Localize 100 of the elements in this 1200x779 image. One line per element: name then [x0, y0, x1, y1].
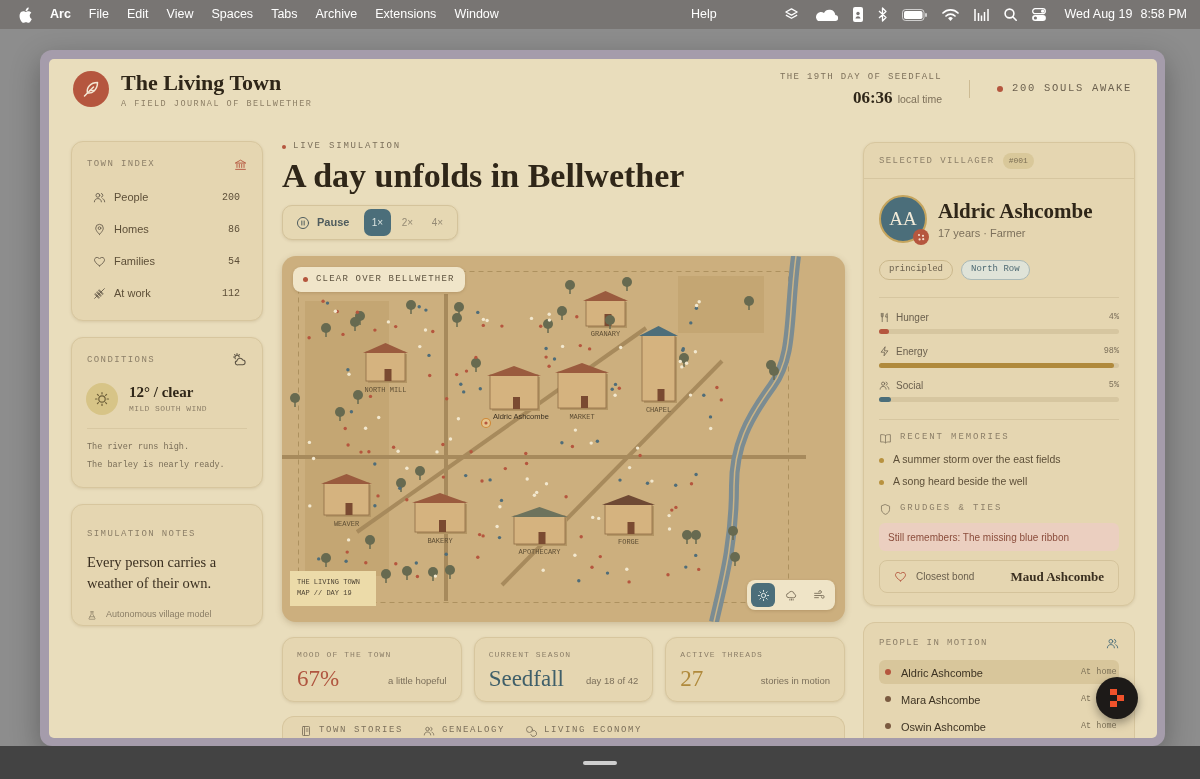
- menu-time[interactable]: 8:58 PM: [1140, 5, 1187, 24]
- apple-icon[interactable]: [19, 6, 32, 23]
- layers-icon[interactable]: [783, 7, 799, 22]
- section-title: GRUDGES & TIES: [900, 502, 1003, 516]
- tab[interactable]: LIVING ECONOMY: [525, 724, 643, 738]
- tree: [622, 277, 632, 292]
- person-status: At home: [1081, 667, 1117, 677]
- menu-item[interactable]: Edit: [127, 5, 149, 24]
- cloud-icon[interactable]: [813, 8, 838, 21]
- people-icon: [1106, 636, 1119, 650]
- tree: [445, 565, 455, 580]
- card-title: SELECTED VILLAGER: [879, 154, 995, 168]
- index-label: Homes: [114, 221, 149, 237]
- memory-text: A song heard beside the well: [893, 474, 1028, 490]
- home-indicator[interactable]: [583, 760, 617, 765]
- tree: [452, 313, 462, 328]
- calendar-day: THE 19TH DAY OF SEEDFALL: [779, 70, 942, 83]
- tree: [350, 317, 360, 332]
- stat-note: day 18 of 42: [586, 673, 639, 688]
- tree: [679, 353, 689, 368]
- person-row[interactable]: Mara Ashcombe At: [879, 687, 1092, 711]
- villager-marker: [480, 417, 492, 429]
- tree: [691, 530, 701, 545]
- bond-label: Closest bond: [916, 570, 975, 584]
- menu-item[interactable]: Extensions: [375, 5, 437, 24]
- tree: [353, 390, 363, 405]
- id-badge-icon[interactable]: [852, 7, 863, 22]
- person-status: At home: [1081, 721, 1117, 731]
- heart-icon: [93, 254, 106, 268]
- wifi-icon[interactable]: [941, 8, 959, 21]
- page-heading: A day unfolds in Bellwether: [282, 156, 686, 196]
- stat-label: CURRENT SEASON: [488, 649, 573, 661]
- card-title: CONDITIONS: [87, 353, 155, 367]
- card-title: SIMULATION NOTES: [87, 529, 196, 539]
- bluetooth-icon[interactable]: [877, 7, 887, 22]
- notebook-icon: [300, 725, 312, 737]
- book-open-icon: [879, 431, 892, 445]
- blocks-icon: [1109, 689, 1125, 707]
- tab[interactable]: GENEALOGY: [423, 724, 506, 738]
- speed-button[interactable]: 4×: [424, 209, 451, 236]
- population-count: 200 SOULS AWAKE: [1012, 81, 1132, 97]
- weather-mode-button[interactable]: [751, 583, 775, 607]
- audio-levels-icon[interactable]: [973, 7, 989, 22]
- menu-item[interactable]: View: [166, 5, 194, 24]
- card-title: PEOPLE IN MOTION: [879, 637, 988, 650]
- toggles-icon[interactable]: [1031, 8, 1046, 21]
- tree: [557, 306, 567, 321]
- weather-summary: 12° / clear: [129, 383, 195, 401]
- pause-button[interactable]: Pause: [296, 214, 350, 231]
- person-status: At: [1081, 694, 1092, 704]
- index-value: 86: [228, 222, 240, 237]
- tree: [730, 552, 740, 567]
- lightning-icon: [879, 345, 890, 357]
- search-icon[interactable]: [1003, 8, 1017, 21]
- menu-item[interactable]: Help: [691, 5, 717, 24]
- menu-item[interactable]: Spaces: [211, 5, 254, 24]
- tree: [396, 478, 406, 493]
- tree: [682, 530, 692, 545]
- tab[interactable]: TOWN STORIES: [300, 724, 403, 738]
- notes-footer: Autonomous village model: [106, 608, 212, 622]
- menu-item[interactable]: Archive: [315, 5, 358, 24]
- feather-icon: [73, 71, 109, 107]
- app-title: The Living Town: [121, 68, 283, 96]
- menu-item[interactable]: File: [88, 5, 109, 24]
- person-row[interactable]: Aldric Ashcombe At home: [879, 660, 1119, 684]
- battery-icon[interactable]: [901, 8, 927, 21]
- menu-item[interactable]: Tabs: [271, 5, 298, 24]
- stat-value: 67%: [297, 665, 340, 693]
- stat-label: MOOD OF THE TOWN: [297, 649, 393, 661]
- need-reading: 4%: [1108, 310, 1119, 324]
- tree: [605, 315, 615, 330]
- menu-item[interactable]: Window: [454, 5, 499, 24]
- clock-time: 06:36: [852, 87, 893, 108]
- menu-date[interactable]: Wed Aug 19: [1064, 5, 1133, 24]
- villager-details: 17 years · Farmer: [938, 225, 1027, 240]
- clock-label: local time: [897, 91, 942, 107]
- tree: [290, 393, 300, 408]
- wind-reading: MILD SOUTH WIND: [129, 403, 207, 415]
- tree: [381, 569, 391, 584]
- bond-name: Maud Ashcombe: [1010, 567, 1104, 586]
- people-icon: [93, 190, 106, 204]
- menu-item[interactable]: Arc: [50, 5, 71, 24]
- speed-button[interactable]: 2×: [394, 209, 421, 236]
- tree: [428, 567, 438, 582]
- index-label: Families: [114, 253, 155, 269]
- tree: [321, 323, 331, 338]
- weather-status: CLEAR OVER BELLWETHER: [316, 272, 455, 286]
- stat-label: ACTIVE THREADS: [680, 649, 764, 661]
- memory-text: A summer storm over the east fields: [893, 452, 1061, 468]
- wheat-icon: [93, 286, 106, 300]
- rain-cloud-icon: [784, 588, 798, 602]
- stat-note: stories in motion: [760, 673, 830, 688]
- villager-name: Aldric Ashcombe: [938, 198, 1093, 224]
- need-label: Energy: [896, 344, 928, 359]
- tree: [471, 358, 481, 373]
- person-name: Aldric Ashcombe: [901, 667, 983, 679]
- speed-button[interactable]: 1×: [364, 209, 391, 236]
- person-row[interactable]: Oswin Ashcombe At home: [879, 714, 1117, 738]
- flask-icon: [87, 609, 97, 621]
- coins-icon: [525, 725, 538, 737]
